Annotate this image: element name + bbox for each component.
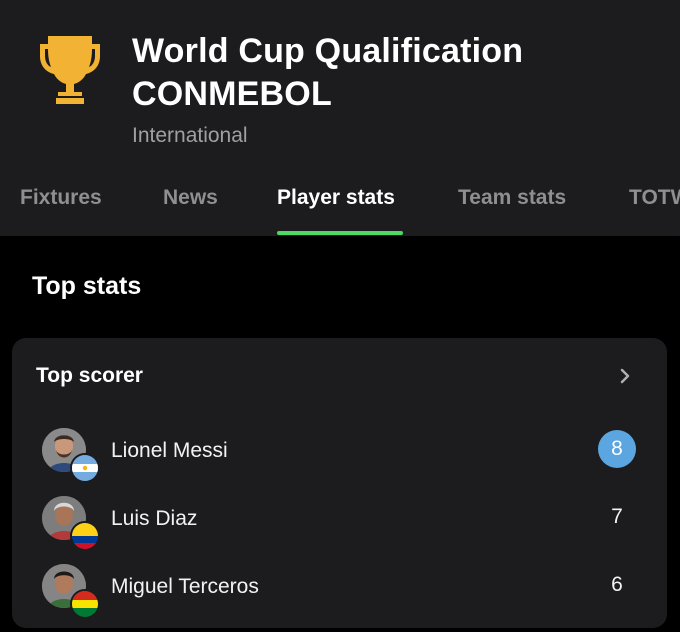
player-row[interactable]: Miguel Terceros 6 bbox=[12, 564, 667, 624]
competition-title: World Cup Qualification CONMEBOL bbox=[132, 30, 672, 116]
title-line-1: World Cup Qualification bbox=[132, 32, 524, 70]
tab-news[interactable]: News bbox=[163, 186, 218, 210]
chevron-right-icon[interactable] bbox=[618, 366, 632, 386]
player-name: Lionel Messi bbox=[111, 439, 228, 462]
player-name: Luis Diaz bbox=[111, 507, 198, 530]
player-stat-value: 6 bbox=[611, 573, 623, 596]
player-stat-value: 8 bbox=[598, 430, 636, 468]
title-line-2: CONMEBOL bbox=[132, 75, 332, 113]
tab-fixtures[interactable]: Fixtures bbox=[20, 186, 102, 210]
player-stat-value: 7 bbox=[611, 505, 623, 528]
player-row[interactable]: Luis Diaz 7 bbox=[12, 496, 667, 556]
tab-totw[interactable]: TOTW bbox=[629, 186, 680, 210]
top-scorer-card[interactable]: Top scorer Lionel Messi 8 Luis Diaz 7 Mi… bbox=[12, 338, 667, 628]
colombia-flag-icon bbox=[70, 521, 100, 551]
competition-header: World Cup Qualification CONMEBOL Interna… bbox=[0, 0, 680, 236]
bolivia-flag-icon bbox=[70, 589, 100, 619]
tab-player-stats[interactable]: Player stats bbox=[277, 186, 395, 210]
section-title: Top stats bbox=[32, 272, 142, 300]
card-title: Top scorer bbox=[36, 364, 143, 387]
tab-bar: Fixtures News Player stats Team stats TO… bbox=[0, 180, 680, 236]
tab-team-stats[interactable]: Team stats bbox=[458, 186, 566, 210]
active-tab-indicator bbox=[277, 231, 403, 235]
argentina-flag-icon bbox=[70, 453, 100, 483]
competition-subtitle: International bbox=[132, 124, 248, 147]
player-name: Miguel Terceros bbox=[111, 575, 259, 598]
trophy-icon bbox=[40, 36, 100, 104]
player-row[interactable]: Lionel Messi 8 bbox=[12, 428, 667, 488]
